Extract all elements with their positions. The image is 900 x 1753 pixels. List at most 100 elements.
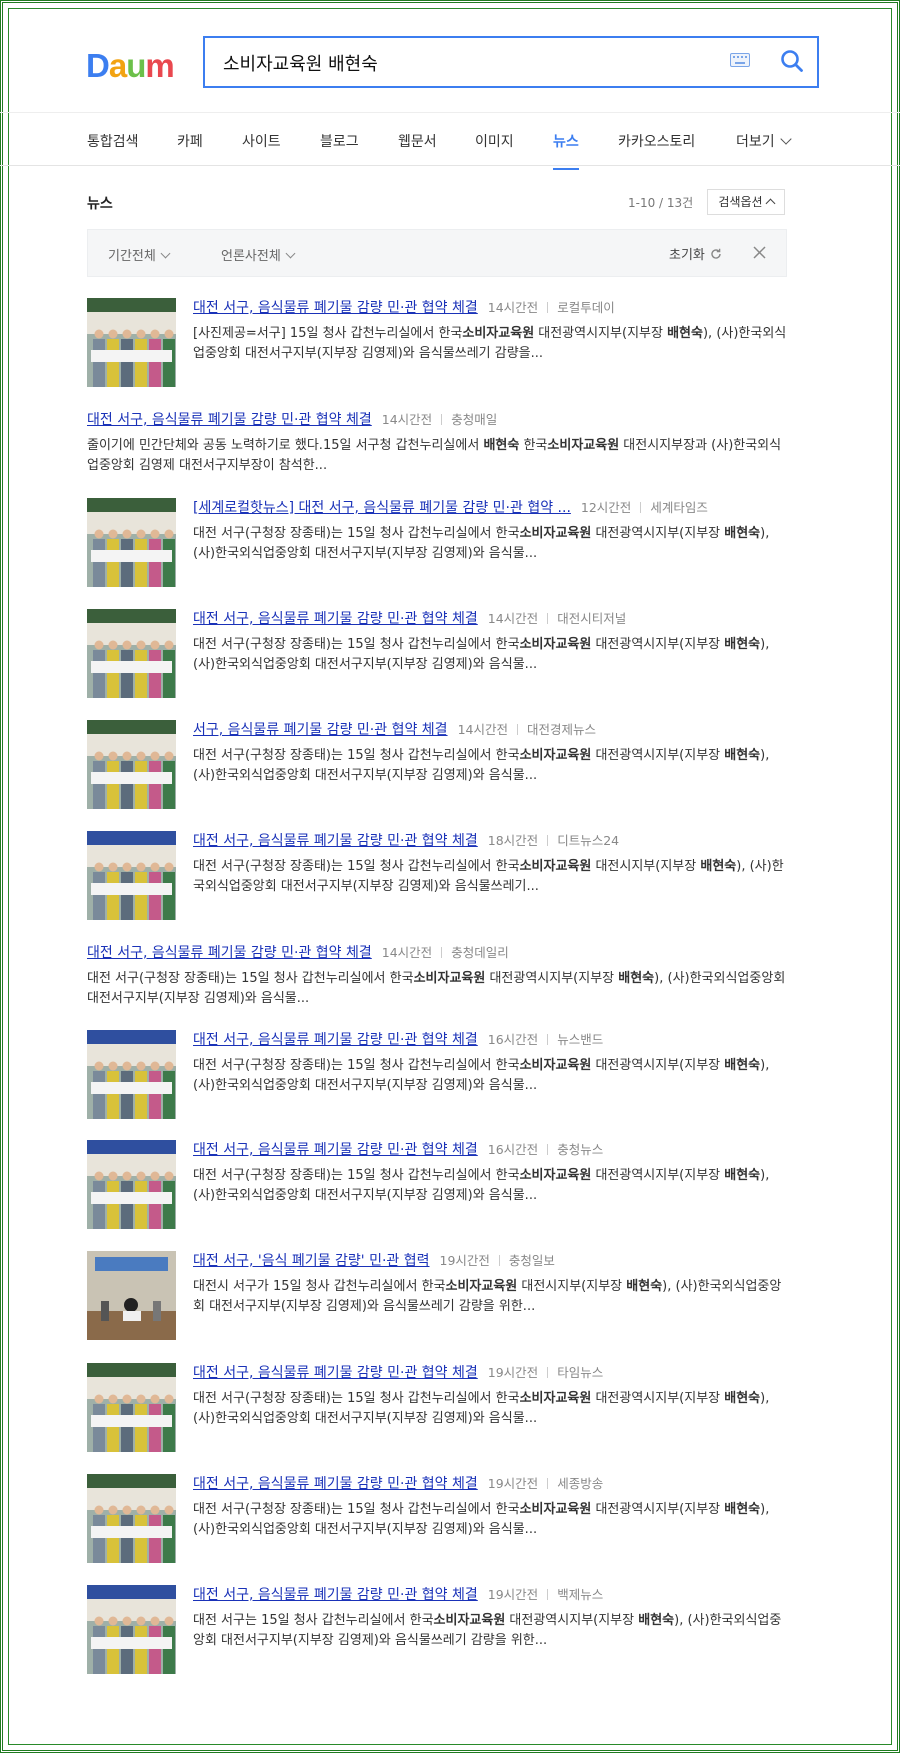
- news-thumbnail[interactable]: [87, 1363, 176, 1452]
- news-source[interactable]: 뉴스밴드: [557, 1032, 603, 1047]
- news-meta: 12시간전 세계타임즈: [581, 500, 708, 515]
- chevron-up-icon: [765, 198, 776, 209]
- news-title-line: 대전 서구, 음식물류 폐기물 감량 민·관 협약 체결 19시간전 백제뉴스: [193, 1585, 787, 1605]
- news-source[interactable]: 백제뉴스: [557, 1587, 603, 1602]
- news-title-link[interactable]: 대전 서구, 음식물류 폐기물 감량 민·관 협약 체결: [193, 611, 478, 627]
- news-body: 대전 서구, 음식물류 폐기물 감량 민·관 협약 체결 14시간전 충청데일리 대전…: [87, 943, 787, 1009]
- period-filter[interactable]: 기간전체: [108, 245, 171, 264]
- news-source[interactable]: 충청데일리: [451, 945, 509, 960]
- tab-kakaostory[interactable]: 카카오스토리: [618, 131, 695, 151]
- news-snippet: 대전 서구(구청장 장종태)는 15일 청사 갑천누리실에서 한국소비자교육원 …: [193, 746, 787, 786]
- news-title-line: [세계로컬핫뉴스] 대전 서구, 음식물류 폐기물 감량 민·관 협약 ... 1…: [193, 498, 787, 518]
- search-options-button[interactable]: 검색옵션: [707, 189, 785, 215]
- news-thumbnail[interactable]: [87, 609, 176, 698]
- news-body: 대전 서구, 음식물류 폐기물 감량 민·관 협약 체결 16시간전 뉴스밴드 대전 …: [193, 1030, 787, 1096]
- news-title-link[interactable]: 대전 서구, '음식 폐기물 감량' 민·관 협력: [193, 1253, 430, 1269]
- news-meta: 14시간전 충청데일리: [382, 945, 509, 960]
- news-thumbnail[interactable]: [87, 498, 176, 587]
- news-meta: 18시간전 디트뉴스24: [488, 833, 619, 848]
- snippet-highlight: 배현숙: [724, 1502, 761, 1517]
- news-thumbnail[interactable]: [87, 298, 176, 387]
- news-time: 16시간전: [487, 1142, 539, 1157]
- news-source[interactable]: 타임뉴스: [557, 1365, 603, 1380]
- snippet-text: 대전광역시지부(지부장: [591, 1391, 725, 1406]
- news-source[interactable]: 세종방송: [557, 1476, 603, 1491]
- news-source[interactable]: 충청일보: [509, 1253, 555, 1268]
- snippet-text: 대전 서구(구청장 장종태)는 15일 청사 갑천누리실에서 한국: [193, 637, 520, 652]
- news-title-line: 대전 서구, 음식물류 폐기물 감량 민·관 협약 체결 14시간전 대전시티저널: [193, 609, 787, 629]
- news-source[interactable]: 충청매일: [451, 412, 497, 427]
- news-title-link[interactable]: [세계로컬핫뉴스] 대전 서구, 음식물류 폐기물 감량 민·관 협약 ...: [193, 500, 571, 516]
- snippet-text: [사진제공=서구] 15일 청사 갑천누리실에서 한국: [193, 326, 463, 341]
- news-thumbnail[interactable]: [87, 1474, 176, 1563]
- news-title-link[interactable]: 대전 서구, 음식물류 폐기물 감량 민·관 협약 체결: [87, 412, 372, 428]
- news-body: 대전 서구, 음식물류 폐기물 감량 민·관 협약 체결 16시간전 충청뉴스 대전 …: [193, 1140, 787, 1206]
- snippet-text: 대전광역시지부(지부장: [591, 526, 725, 541]
- close-icon[interactable]: [752, 245, 767, 260]
- logo-letter-m: m: [145, 47, 174, 84]
- news-body: 대전 서구, 음식물류 폐기물 감량 민·관 협약 체결 14시간전 충청매일 줄이기…: [87, 410, 787, 476]
- search-icon[interactable]: [779, 48, 805, 74]
- meta-divider: [547, 1589, 549, 1600]
- snippet-highlight: 배현숙: [618, 971, 655, 986]
- news-source[interactable]: 디트뉴스24: [557, 833, 619, 848]
- tab-image[interactable]: 이미지: [475, 131, 514, 151]
- news-source[interactable]: 로컬투데이: [557, 300, 615, 315]
- news-title-link[interactable]: 대전 서구, 음식물류 폐기물 감량 민·관 협약 체결: [193, 1142, 478, 1158]
- news-body: 대전 서구, 음식물류 폐기물 감량 민·관 협약 체결 14시간전 대전시티저널 대…: [193, 609, 787, 675]
- snippet-highlight: 배현숙: [724, 1168, 761, 1183]
- news-source[interactable]: 대전경제뉴스: [527, 722, 596, 737]
- search-box: [203, 36, 819, 88]
- news-title-link[interactable]: 대전 서구, 음식물류 폐기물 감량 민·관 협약 체결: [193, 1365, 478, 1381]
- news-title-link[interactable]: 대전 서구, 음식물류 폐기물 감량 민·관 협약 체결: [193, 1032, 478, 1048]
- tab-integrated[interactable]: 통합검색: [87, 131, 139, 151]
- news-thumbnail[interactable]: [87, 720, 176, 809]
- meta-divider: [547, 1367, 549, 1378]
- snippet-highlight: 배현숙: [724, 526, 761, 541]
- snippet-highlight: 소비자교육원: [445, 1279, 518, 1294]
- keyboard-icon[interactable]: [730, 53, 750, 67]
- news-thumbnail[interactable]: [87, 1030, 176, 1119]
- tab-site[interactable]: 사이트: [242, 131, 281, 151]
- press-filter[interactable]: 언론사전체: [221, 245, 296, 264]
- news-title-link[interactable]: 대전 서구, 음식물류 폐기물 감량 민·관 협약 체결: [193, 1476, 478, 1492]
- news-title-line: 대전 서구, 음식물류 폐기물 감량 민·관 협약 체결 19시간전 타임뉴스: [193, 1363, 787, 1383]
- daum-logo[interactable]: Daum: [86, 47, 175, 85]
- news-time: 19시간전: [487, 1476, 539, 1491]
- snippet-highlight: 소비자교육원: [433, 1613, 506, 1628]
- news-snippet: [사진제공=서구] 15일 청사 갑천누리실에서 한국소비자교육원 대전광역시지…: [193, 324, 787, 364]
- snippet-highlight: 소비자교육원: [519, 1391, 592, 1406]
- snippet-highlight: 소비자교육원: [519, 1168, 592, 1183]
- snippet-highlight: 배현숙: [724, 1058, 761, 1073]
- news-title-link[interactable]: 대전 서구, 음식물류 폐기물 감량 민·관 협약 체결: [193, 1587, 478, 1603]
- tab-cafe[interactable]: 카페: [177, 131, 203, 151]
- news-time: 14시간전: [381, 412, 433, 427]
- news-thumbnail[interactable]: [87, 1140, 176, 1229]
- news-title-link[interactable]: 대전 서구, 음식물류 폐기물 감량 민·관 협약 체결: [193, 833, 478, 849]
- search-tabs: 통합검색 카페 사이트 블로그 웹문서 이미지 뉴스 카카오스토리 더보기: [0, 112, 900, 170]
- news-body: 서구, 음식물류 폐기물 감량 민·관 협약 체결 14시간전 대전경제뉴스 대전 서…: [193, 720, 787, 786]
- news-meta: 14시간전 대전시티저널: [488, 611, 626, 626]
- news-source[interactable]: 대전시티저널: [557, 611, 626, 626]
- meta-divider: [547, 1478, 549, 1489]
- tab-more[interactable]: 더보기: [736, 131, 792, 151]
- news-time: 14시간전: [381, 945, 433, 960]
- news-title-link[interactable]: 서구, 음식물류 폐기물 감량 민·관 협약 체결: [193, 722, 448, 738]
- tab-web[interactable]: 웹문서: [398, 131, 437, 151]
- tab-blog[interactable]: 블로그: [320, 131, 359, 151]
- news-title-link[interactable]: 대전 서구, 음식물류 폐기물 감량 민·관 협약 체결: [193, 300, 478, 316]
- section-title: 뉴스: [87, 196, 113, 212]
- news-body: 대전 서구, 음식물류 폐기물 감량 민·관 협약 체결 19시간전 백제뉴스 대전 …: [193, 1585, 787, 1651]
- news-thumbnail[interactable]: [87, 1251, 176, 1340]
- news-title-link[interactable]: 대전 서구, 음식물류 폐기물 감량 민·관 협약 체결: [87, 945, 372, 961]
- search-input[interactable]: [221, 47, 695, 79]
- news-thumbnail[interactable]: [87, 831, 176, 920]
- tab-news[interactable]: 뉴스: [553, 131, 579, 170]
- news-body: 대전 서구, '음식 폐기물 감량' 민·관 협력 19시간전 충청일보 대전시 서구…: [193, 1251, 787, 1317]
- snippet-highlight: 배현숙: [667, 326, 703, 341]
- reset-button[interactable]: 초기화: [669, 244, 722, 263]
- news-source[interactable]: 세계타임즈: [650, 500, 708, 515]
- news-thumbnail[interactable]: [87, 1585, 176, 1674]
- meta-divider: [441, 414, 443, 425]
- news-source[interactable]: 충청뉴스: [557, 1142, 603, 1157]
